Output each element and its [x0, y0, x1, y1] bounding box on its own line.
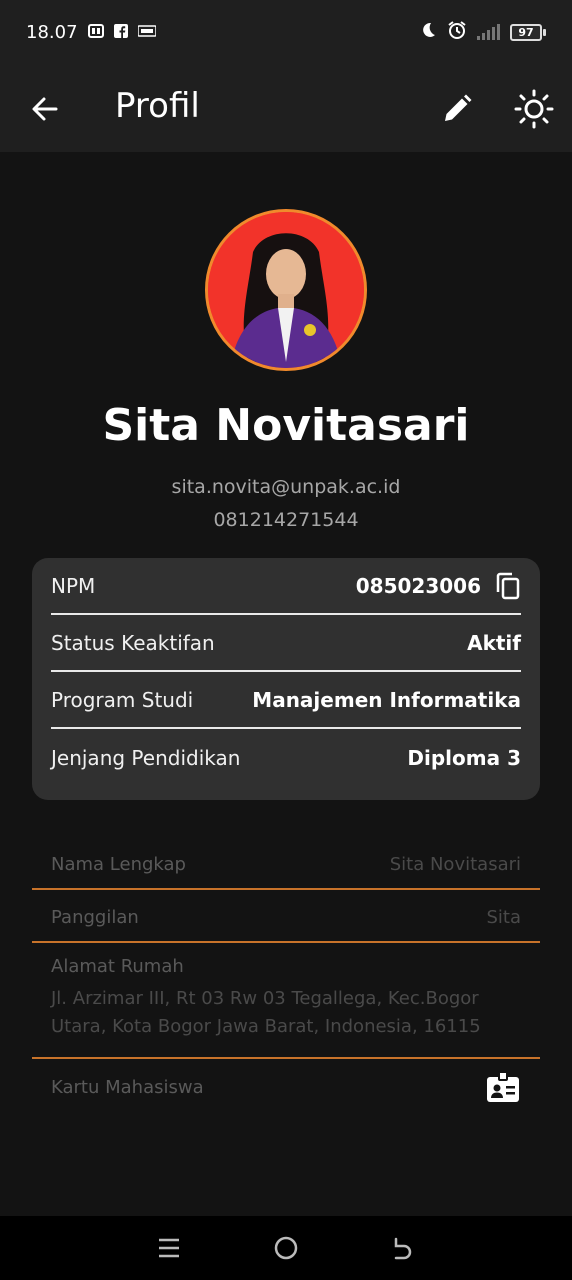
info-value: Manajemen Informatika — [252, 687, 521, 712]
info-row-program: Program Studi Manajemen Informatika — [51, 672, 521, 729]
sun-icon — [514, 89, 554, 129]
nickname-field[interactable]: Panggilan Sita — [32, 895, 540, 943]
info-label: Status Keaktifan — [51, 630, 215, 655]
info-label: Jenjang Pendidikan — [51, 745, 241, 770]
app-bar: Profil — [0, 64, 572, 152]
field-label: Alamat Rumah — [51, 956, 184, 977]
full-name-field[interactable]: Nama Lengkap Sita Novitasari — [32, 842, 540, 890]
address-value: Jl. Arzimar III, Rt 03 Rw 03 Tegallega, … — [51, 985, 521, 1041]
page-title: Profil — [115, 86, 200, 126]
field-label: Kartu Mahasiswa — [51, 1076, 204, 1098]
info-label: Program Studi — [51, 687, 194, 712]
info-row-npm: NPM 085023006 — [51, 558, 521, 615]
battery-icon: 97 — [510, 23, 546, 41]
info-row-status: Status Keaktifan Aktif — [51, 615, 521, 672]
info-label: NPM — [51, 573, 96, 598]
home-button[interactable] — [271, 1233, 301, 1263]
back-button[interactable] — [28, 92, 62, 126]
avatar — [205, 209, 367, 371]
info-value: Aktif — [467, 630, 521, 655]
klik-icon — [136, 24, 157, 41]
back-arrow-icon — [32, 97, 58, 121]
facebook-icon — [113, 23, 128, 41]
id-card-icon — [487, 1071, 519, 1102]
status-right: 97 — [419, 20, 546, 45]
academic-info-card: NPM 085023006 Status Keaktifan Aktif Pro… — [32, 558, 540, 800]
profile-photo — [208, 212, 364, 368]
info-value: 085023006 — [355, 573, 481, 598]
profile-phone: 081214271544 — [213, 509, 359, 531]
profile-email: sita.novita@unpak.ac.id — [171, 476, 401, 498]
pdf-icon — [87, 23, 104, 41]
pencil-icon — [445, 94, 472, 121]
signal-icon — [477, 24, 500, 40]
student-card-button[interactable] — [485, 1070, 521, 1104]
theme-toggle-button[interactable] — [514, 89, 554, 129]
menu-lines-icon — [158, 1238, 179, 1258]
info-value: Diploma 3 — [407, 745, 521, 770]
status-left: 18.07 — [26, 21, 157, 43]
back-nav-button[interactable] — [388, 1233, 418, 1263]
profile-name: Sita Novitasari — [102, 400, 470, 451]
alarm-icon — [447, 20, 467, 45]
copy-button[interactable] — [495, 572, 521, 600]
status-time: 18.07 — [26, 21, 78, 43]
moon-icon — [419, 21, 437, 44]
edit-button[interactable] — [440, 92, 474, 126]
return-arrow-icon — [395, 1237, 412, 1260]
field-label: Panggilan — [51, 906, 139, 928]
field-label: Nama Lengkap — [51, 853, 186, 875]
status-bar: 18.07 97 — [0, 0, 572, 64]
student-card-field: Kartu Mahasiswa — [32, 1070, 540, 1104]
info-row-level: Jenjang Pendidikan Diploma 3 — [51, 729, 521, 786]
npm-value-wrap: 085023006 — [356, 572, 521, 600]
address-line-2: Utara, Kota Bogor Jawa Barat, Indonesia,… — [51, 1016, 481, 1037]
circle-home-icon — [274, 1236, 298, 1260]
field-value: Sita Novitasari — [389, 853, 521, 875]
address-field[interactable]: Alamat Rumah Jl. Arzimar III, Rt 03 Rw 0… — [32, 956, 540, 1059]
copy-icon — [496, 572, 520, 599]
field-value: Sita — [486, 906, 521, 928]
address-line-1: Jl. Arzimar III, Rt 03 Rw 03 Tegallega, … — [51, 988, 479, 1009]
battery-level: 97 — [510, 23, 542, 41]
system-nav-bar — [0, 1216, 572, 1280]
recent-apps-button[interactable] — [154, 1233, 184, 1263]
